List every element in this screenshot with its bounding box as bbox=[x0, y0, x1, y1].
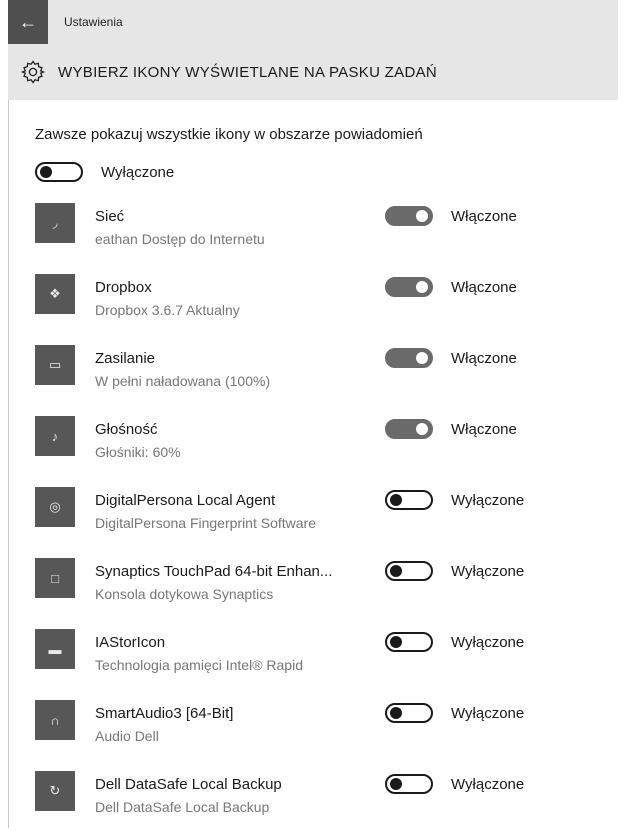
item-subtitle: Dropbox 3.6.7 Aktualny bbox=[95, 302, 240, 318]
list-item: ♪ Głośność Głośniki: 60% Włączone bbox=[35, 416, 615, 476]
master-setting-label: Zawsze pokazuj wszystkie ikony w obszarz… bbox=[35, 126, 423, 143]
master-toggle-row: Wyłączone bbox=[35, 162, 174, 182]
app-tile: ◞ bbox=[35, 203, 75, 243]
item-toggle-row: Włączone bbox=[385, 348, 517, 368]
app-tile: ❖ bbox=[35, 274, 75, 314]
app-tile: ▭ bbox=[35, 345, 75, 385]
item-toggle-switch[interactable] bbox=[385, 348, 433, 368]
item-toggle-state: Włączone bbox=[451, 349, 517, 367]
toggle-knob bbox=[390, 494, 402, 506]
app-tile: ◎ bbox=[35, 487, 75, 527]
item-toggle-state: Włączone bbox=[451, 207, 517, 225]
page-title: WYBIERZ IKONY WYŚWIETLANE NA PASKU ZADAŃ bbox=[58, 63, 438, 81]
item-toggle-switch[interactable] bbox=[385, 632, 433, 652]
item-name: SmartAudio3 [64-Bit] bbox=[95, 705, 234, 722]
app-tile: ♪ bbox=[35, 416, 75, 456]
gear-icon bbox=[20, 60, 46, 84]
item-subtitle: Audio Dell bbox=[95, 728, 159, 744]
list-item: ◞ Sieć eathan Dostęp do Internetu Włączone bbox=[35, 203, 615, 263]
item-name: IAStorIcon bbox=[95, 634, 166, 651]
fingerprint-icon: ◎ bbox=[49, 499, 61, 514]
item-subtitle: DigitalPersona Fingerprint Software bbox=[95, 515, 316, 531]
item-toggle-switch[interactable] bbox=[385, 490, 433, 510]
item-toggle-state: Wyłączone bbox=[451, 775, 525, 793]
headphones-icon: ∩ bbox=[50, 712, 60, 728]
item-name: Dropbox bbox=[95, 279, 152, 296]
dropbox-icon: ❖ bbox=[49, 286, 61, 301]
toggle-knob bbox=[416, 423, 428, 435]
item-toggle-row: Włączone bbox=[385, 419, 517, 439]
item-toggle-switch[interactable] bbox=[385, 277, 433, 297]
touchpad-icon: □ bbox=[51, 570, 59, 586]
wifi-icon: ◞ bbox=[52, 215, 58, 230]
app-tile: □ bbox=[35, 558, 75, 598]
item-name: Synaptics TouchPad 64-bit Enhan... bbox=[95, 563, 333, 580]
item-subtitle: Technologia pamięci Intel® Rapid bbox=[95, 657, 303, 673]
app-title: Ustawienia bbox=[64, 15, 123, 29]
item-toggle-row: Włączone bbox=[385, 206, 517, 226]
toggle-knob bbox=[390, 636, 402, 648]
toggle-knob bbox=[390, 565, 402, 577]
item-toggle-state: Włączone bbox=[451, 420, 517, 438]
item-name: Sieć bbox=[95, 208, 125, 225]
item-toggle-row: Wyłączone bbox=[385, 561, 524, 581]
item-toggle-row: Wyłączone bbox=[385, 490, 524, 510]
item-toggle-state: Wyłączone bbox=[451, 633, 525, 651]
item-subtitle: Konsola dotykowa Synaptics bbox=[95, 586, 274, 602]
speaker-icon: ♪ bbox=[51, 428, 59, 444]
list-item: ∩ SmartAudio3 [64-Bit] Audio Dell Wyłączone bbox=[35, 700, 615, 760]
window-border bbox=[8, 0, 9, 828]
list-item: □ Synaptics TouchPad 64-bit Enhan... Konso… bbox=[35, 558, 615, 618]
item-toggle-switch[interactable] bbox=[385, 561, 433, 581]
storage-icon: ▬ bbox=[48, 641, 62, 657]
item-name: Dell DataSafe Local Backup bbox=[95, 776, 282, 793]
item-subtitle: Dell DataSafe Local Backup bbox=[95, 799, 270, 815]
toggle-knob bbox=[416, 281, 428, 293]
item-name: Zasilanie bbox=[95, 350, 156, 367]
item-name: Głośność bbox=[95, 421, 158, 438]
list-item: ↻ Dell DataSafe Local Backup Dell DataSafe… bbox=[35, 771, 615, 831]
list-item: ❖ Dropbox Dropbox 3.6.7 Aktualny Włączone bbox=[35, 274, 615, 334]
arrow-left-icon: ← bbox=[19, 11, 37, 32]
item-toggle-switch[interactable] bbox=[385, 774, 433, 794]
item-toggle-state: Wyłączone bbox=[451, 562, 525, 580]
master-toggle-switch[interactable] bbox=[35, 162, 83, 182]
page-header: WYBIERZ IKONY WYŚWIETLANE NA PASKU ZADAŃ bbox=[8, 44, 618, 100]
item-toggle-state: Wyłączone bbox=[451, 491, 525, 509]
item-toggle-state: Wyłączone bbox=[451, 704, 525, 722]
item-name: DigitalPersona Local Agent bbox=[95, 492, 276, 509]
list-item: ▭ Zasilanie W pełni naładowana (100%) Włącz… bbox=[35, 345, 615, 405]
app-tile: ↻ bbox=[35, 771, 75, 811]
item-toggle-state: Włączone bbox=[451, 278, 517, 296]
toggle-knob bbox=[416, 210, 428, 222]
item-toggle-row: Wyłączone bbox=[385, 774, 524, 794]
item-toggle-row: Wyłączone bbox=[385, 703, 524, 723]
toggle-knob bbox=[40, 166, 52, 178]
item-toggle-row: Wyłączone bbox=[385, 632, 524, 652]
toggle-knob bbox=[416, 352, 428, 364]
toggle-knob bbox=[390, 707, 402, 719]
item-toggle-switch[interactable] bbox=[385, 206, 433, 226]
back-button[interactable]: ← bbox=[8, 0, 48, 44]
list-item: ▬ IAStorIcon Technologia pamięci Intel® Ra… bbox=[35, 629, 615, 689]
title-bar: ← Ustawienia bbox=[8, 0, 618, 44]
item-toggle-row: Włączone bbox=[385, 277, 517, 297]
item-subtitle: eathan Dostęp do Internetu bbox=[95, 231, 265, 247]
list-item: ◎ DigitalPersona Local Agent DigitalPerson… bbox=[35, 487, 615, 547]
item-subtitle: W pełni naładowana (100%) bbox=[95, 373, 271, 389]
item-toggle-switch[interactable] bbox=[385, 703, 433, 723]
master-toggle-state: Wyłączone bbox=[101, 163, 175, 181]
battery-icon: ▭ bbox=[48, 357, 62, 372]
backup-icon: ↻ bbox=[49, 783, 61, 798]
app-tile: ▬ bbox=[35, 629, 75, 669]
item-toggle-switch[interactable] bbox=[385, 419, 433, 439]
app-tile: ∩ bbox=[35, 700, 75, 740]
item-subtitle: Głośniki: 60% bbox=[95, 444, 181, 460]
toggle-knob bbox=[390, 778, 402, 790]
